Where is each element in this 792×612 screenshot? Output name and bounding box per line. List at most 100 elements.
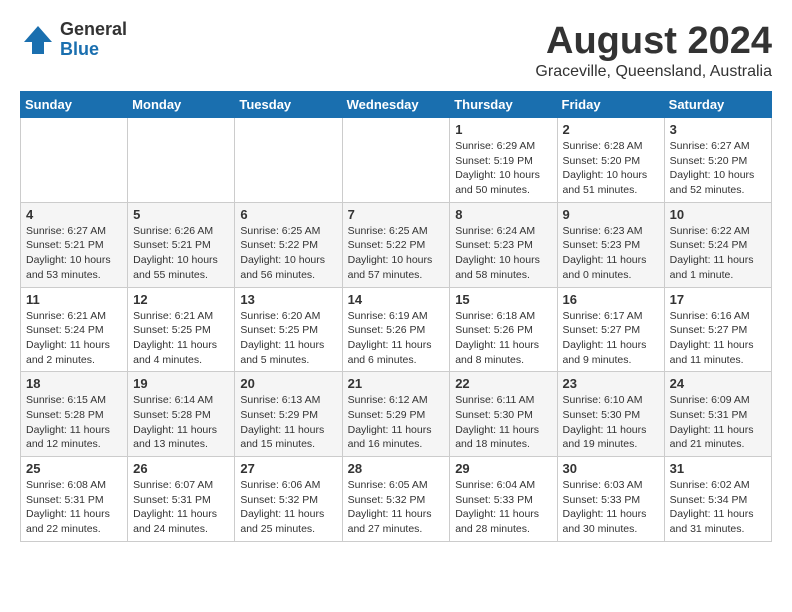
day-number: 29 (455, 461, 551, 476)
location-title: Graceville, Queensland, Australia (535, 63, 772, 81)
day-number: 3 (670, 122, 766, 137)
calendar-cell: 9 Sunrise: 6:23 AM Sunset: 5:23 PM Daylig… (557, 202, 664, 287)
day-number: 18 (26, 376, 122, 391)
day-number: 27 (240, 461, 336, 476)
day-detail: Sunrise: 6:09 AM Sunset: 5:31 PM Dayligh… (670, 393, 766, 452)
day-detail: Sunrise: 6:06 AM Sunset: 5:32 PM Dayligh… (240, 478, 336, 537)
day-number: 23 (563, 376, 659, 391)
day-number: 6 (240, 207, 336, 222)
calendar-cell: 18 Sunrise: 6:15 AM Sunset: 5:28 PM Dayli… (21, 372, 128, 457)
day-number: 16 (563, 292, 659, 307)
calendar-cell: 7 Sunrise: 6:25 AM Sunset: 5:22 PM Daylig… (342, 202, 450, 287)
calendar-cell: 20 Sunrise: 6:13 AM Sunset: 5:29 PM Dayli… (235, 372, 342, 457)
calendar-week-row: 11Sunrise: 6:21 AM Sunset: 5:24 PM Dayli… (21, 287, 772, 372)
weekday-header-saturday: Saturday (664, 92, 771, 118)
calendar-week-row: 18 Sunrise: 6:15 AM Sunset: 5:28 PM Dayli… (21, 372, 772, 457)
calendar-cell (21, 118, 128, 203)
day-number: 26 (133, 461, 229, 476)
calendar-cell: 27 Sunrise: 6:06 AM Sunset: 5:32 PM Dayli… (235, 457, 342, 542)
day-detail: Sunrise: 6:12 AM Sunset: 5:29 PM Dayligh… (348, 393, 445, 452)
day-number: 21 (348, 376, 445, 391)
day-detail: Sunrise: 6:25 AM Sunset: 5:22 PM Dayligh… (348, 224, 445, 283)
logo: General Blue (20, 20, 127, 60)
logo-blue-text: Blue (60, 40, 127, 60)
day-detail: Sunrise: 6:08 AM Sunset: 5:31 PM Dayligh… (26, 478, 122, 537)
day-detail: Sunrise: 6:19 AM Sunset: 5:26 PM Dayligh… (348, 309, 445, 368)
day-detail: Sunrise: 6:02 AM Sunset: 5:34 PM Dayligh… (670, 478, 766, 537)
weekday-header-sunday: Sunday (21, 92, 128, 118)
day-detail: Sunrise: 6:17 AM Sunset: 5:27 PM Dayligh… (563, 309, 659, 368)
day-number: 30 (563, 461, 659, 476)
calendar-cell: 8 Sunrise: 6:24 AM Sunset: 5:23 PM Daylig… (450, 202, 557, 287)
day-number: 4 (26, 207, 122, 222)
day-detail: Sunrise: 6:27 AM Sunset: 5:20 PM Dayligh… (670, 139, 766, 198)
calendar-cell: 25 Sunrise: 6:08 AM Sunset: 5:31 PM Dayli… (21, 457, 128, 542)
day-detail: Sunrise: 6:28 AM Sunset: 5:20 PM Dayligh… (563, 139, 659, 198)
calendar-cell: 26Sunrise: 6:07 AM Sunset: 5:31 PM Dayli… (128, 457, 235, 542)
calendar-cell: 5Sunrise: 6:26 AM Sunset: 5:21 PM Daylig… (128, 202, 235, 287)
day-detail: Sunrise: 6:24 AM Sunset: 5:23 PM Dayligh… (455, 224, 551, 283)
day-detail: Sunrise: 6:15 AM Sunset: 5:28 PM Dayligh… (26, 393, 122, 452)
calendar-header-row: SundayMondayTuesdayWednesdayThursdayFrid… (21, 92, 772, 118)
day-number: 31 (670, 461, 766, 476)
weekday-header-friday: Friday (557, 92, 664, 118)
day-number: 20 (240, 376, 336, 391)
day-number: 22 (455, 376, 551, 391)
weekday-header-monday: Monday (128, 92, 235, 118)
calendar-cell: 21 Sunrise: 6:12 AM Sunset: 5:29 PM Dayli… (342, 372, 450, 457)
day-detail: Sunrise: 6:26 AM Sunset: 5:21 PM Dayligh… (133, 224, 229, 283)
calendar-cell: 16 Sunrise: 6:17 AM Sunset: 5:27 PM Dayli… (557, 287, 664, 372)
day-number: 25 (26, 461, 122, 476)
logo-general-text: General (60, 20, 127, 40)
day-number: 15 (455, 292, 551, 307)
calendar-cell: 28Sunrise: 6:05 AM Sunset: 5:32 PM Dayli… (342, 457, 450, 542)
day-detail: Sunrise: 6:22 AM Sunset: 5:24 PM Dayligh… (670, 224, 766, 283)
calendar-table: SundayMondayTuesdayWednesdayThursdayFrid… (20, 91, 772, 542)
calendar-cell: 22Sunrise: 6:11 AM Sunset: 5:30 PM Dayli… (450, 372, 557, 457)
day-detail: Sunrise: 6:23 AM Sunset: 5:23 PM Dayligh… (563, 224, 659, 283)
month-title: August 2024 (535, 20, 772, 63)
page-header: General Blue August 2024 Graceville, Que… (20, 20, 772, 81)
calendar-cell: 1 Sunrise: 6:29 AM Sunset: 5:19 PM Daylig… (450, 118, 557, 203)
day-number: 12 (133, 292, 229, 307)
calendar-week-row: 25 Sunrise: 6:08 AM Sunset: 5:31 PM Dayli… (21, 457, 772, 542)
day-number: 7 (348, 207, 445, 222)
calendar-cell: 30Sunrise: 6:03 AM Sunset: 5:33 PM Dayli… (557, 457, 664, 542)
day-number: 10 (670, 207, 766, 222)
day-number: 13 (240, 292, 336, 307)
weekday-header-wednesday: Wednesday (342, 92, 450, 118)
calendar-cell: 15Sunrise: 6:18 AM Sunset: 5:26 PM Dayli… (450, 287, 557, 372)
day-number: 1 (455, 122, 551, 137)
day-detail: Sunrise: 6:21 AM Sunset: 5:25 PM Dayligh… (133, 309, 229, 368)
day-number: 17 (670, 292, 766, 307)
calendar-cell: 19Sunrise: 6:14 AM Sunset: 5:28 PM Dayli… (128, 372, 235, 457)
day-detail: Sunrise: 6:29 AM Sunset: 5:19 PM Dayligh… (455, 139, 551, 198)
day-number: 8 (455, 207, 551, 222)
weekday-header-thursday: Thursday (450, 92, 557, 118)
calendar-cell (235, 118, 342, 203)
day-detail: Sunrise: 6:13 AM Sunset: 5:29 PM Dayligh… (240, 393, 336, 452)
calendar-cell: 31 Sunrise: 6:02 AM Sunset: 5:34 PM Dayli… (664, 457, 771, 542)
calendar-week-row: 1 Sunrise: 6:29 AM Sunset: 5:19 PM Daylig… (21, 118, 772, 203)
day-number: 24 (670, 376, 766, 391)
calendar-cell: 14Sunrise: 6:19 AM Sunset: 5:26 PM Dayli… (342, 287, 450, 372)
day-detail: Sunrise: 6:21 AM Sunset: 5:24 PM Dayligh… (26, 309, 122, 368)
day-detail: Sunrise: 6:04 AM Sunset: 5:33 PM Dayligh… (455, 478, 551, 537)
calendar-cell: 23 Sunrise: 6:10 AM Sunset: 5:30 PM Dayli… (557, 372, 664, 457)
calendar-cell: 3 Sunrise: 6:27 AM Sunset: 5:20 PM Daylig… (664, 118, 771, 203)
day-detail: Sunrise: 6:10 AM Sunset: 5:30 PM Dayligh… (563, 393, 659, 452)
day-detail: Sunrise: 6:25 AM Sunset: 5:22 PM Dayligh… (240, 224, 336, 283)
calendar-cell: 11Sunrise: 6:21 AM Sunset: 5:24 PM Dayli… (21, 287, 128, 372)
calendar-cell: 4 Sunrise: 6:27 AM Sunset: 5:21 PM Daylig… (21, 202, 128, 287)
day-number: 2 (563, 122, 659, 137)
day-number: 19 (133, 376, 229, 391)
calendar-cell: 13Sunrise: 6:20 AM Sunset: 5:25 PM Dayli… (235, 287, 342, 372)
day-number: 9 (563, 207, 659, 222)
logo-icon (20, 22, 56, 58)
calendar-cell: 29 Sunrise: 6:04 AM Sunset: 5:33 PM Dayli… (450, 457, 557, 542)
day-detail: Sunrise: 6:16 AM Sunset: 5:27 PM Dayligh… (670, 309, 766, 368)
calendar-week-row: 4 Sunrise: 6:27 AM Sunset: 5:21 PM Daylig… (21, 202, 772, 287)
day-number: 28 (348, 461, 445, 476)
calendar-cell: 2 Sunrise: 6:28 AM Sunset: 5:20 PM Daylig… (557, 118, 664, 203)
day-detail: Sunrise: 6:27 AM Sunset: 5:21 PM Dayligh… (26, 224, 122, 283)
